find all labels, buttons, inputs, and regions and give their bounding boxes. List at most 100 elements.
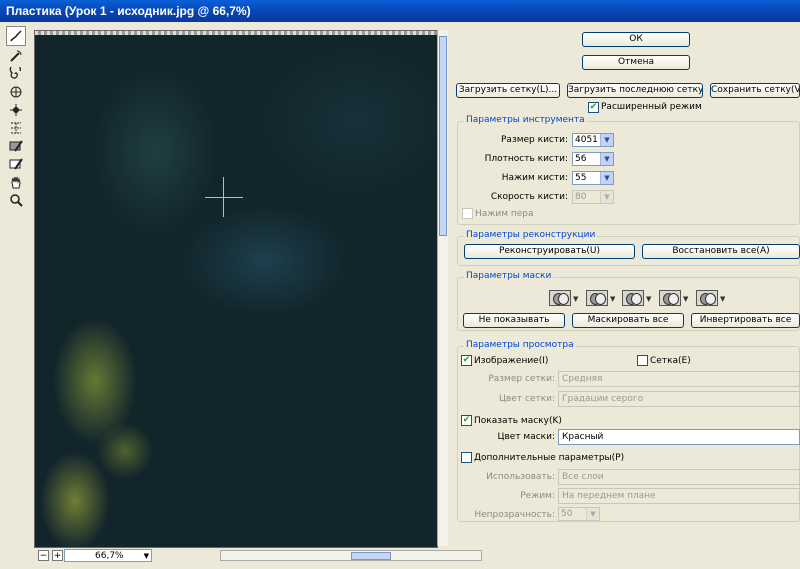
mask-subtract-button[interactable]: ▼ [622,290,652,306]
zoom-bar: − + 66,7% ▼ [34,549,482,563]
mode-value: На переднем плане [562,491,656,501]
chevron-down-icon[interactable]: ▼ [646,295,651,303]
show-mesh-checkbox[interactable] [637,355,648,366]
restore-all-button[interactable]: Восстановить все(A) [642,244,800,259]
vertical-scroll-thumb[interactable] [439,36,447,236]
brush-rate-combo: 80 ▼ [572,190,614,204]
opacity-label: Непрозрачность: [474,510,555,520]
brush-size-combo[interactable]: 4051 ▼ [572,133,614,147]
twirl-tool[interactable] [6,66,26,82]
chevron-down-icon[interactable]: ▼ [683,295,688,303]
brush-pressure-value: 55 [575,173,587,183]
show-image-checkbox[interactable]: ✔ [461,355,472,366]
invert-all-button[interactable]: Инвертировать все [691,313,800,328]
chevron-down-icon[interactable]: ▼ [600,153,613,165]
mask-subtract-icon [622,290,644,306]
ok-button[interactable]: ОК [582,32,690,47]
show-mesh-label: Сетка(E) [650,356,691,366]
brush-pressure-combo[interactable]: 55 ▼ [572,171,614,185]
zoom-select[interactable]: 66,7% ▼ [64,549,152,562]
transparency-edge [35,31,437,35]
chevron-down-icon[interactable]: ▼ [720,295,725,303]
mesh-color-label: Цвет сетки: [499,394,555,404]
hand-tool[interactable] [6,174,26,190]
opacity-combo: 50 ▼ [558,507,600,521]
freeze-mask-icon [9,140,23,152]
mask-color-label: Цвет маски: [497,432,555,442]
thaw-mask-tool[interactable] [6,156,26,172]
chevron-down-icon[interactable]: ▼ [573,295,578,303]
freeze-mask-tool[interactable] [6,138,26,154]
push-left-tool[interactable] [6,120,26,136]
zoom-in-button[interactable]: + [52,550,63,561]
load-last-mesh-button[interactable]: Загрузить последнюю сетку [567,83,703,98]
show-mask-checkbox[interactable]: ✔ [461,415,472,426]
mode-select: На переднем плане [558,488,800,504]
chevron-down-icon: ▼ [600,191,613,203]
mesh-size-select: Средняя [558,371,800,387]
show-mask-label: Показать маску(K) [474,416,562,426]
mask-invert-button[interactable]: ▼ [696,290,726,306]
load-mesh-button[interactable]: Загрузить сетку(L)... [456,83,560,98]
brush-size-value: 4051 [575,135,598,145]
zoom-tool[interactable] [6,192,26,208]
cancel-button[interactable]: Отмена [582,55,690,70]
mask-intersect-button[interactable]: ▼ [659,290,689,306]
chevron-down-icon: ▼ [143,552,149,560]
reconstruct-icon [10,50,22,62]
stylus-pressure-label: Нажим пера [475,209,534,219]
use-layers-value: Все слои [562,472,604,482]
mesh-color-select: Градации серого [558,391,800,407]
advanced-mode-label: Расширенный режим [601,102,702,112]
zoom-icon [10,194,23,207]
brush-density-value: 56 [575,154,587,164]
hand-icon [11,176,21,189]
mask-replace-button[interactable]: ▼ [549,290,579,306]
use-layers-select: Все слои [558,469,800,485]
mask-all-button[interactable]: Маскировать все [572,313,684,328]
pucker-tool[interactable] [6,84,26,100]
reconstruct-button[interactable]: Реконструировать(U) [464,244,635,259]
mask-invert-icon [696,290,718,306]
reconstruct-title: Параметры реконструкции [464,230,598,240]
horizontal-scroll-thumb[interactable] [351,552,391,560]
twirl-icon [9,67,21,79]
chevron-down-icon[interactable]: ▼ [600,172,613,184]
mask-add-button[interactable]: ▼ [586,290,616,306]
bloat-tool[interactable] [6,102,26,118]
zoom-value: 66,7% [95,551,124,561]
stylus-pressure-checkbox [462,208,473,219]
mask-color-value: Красный [562,432,604,442]
window-title: Пластика (Урок 1 - исходник.jpg @ 66,7%) [6,4,251,18]
mask-none-button[interactable]: Не показывать [463,313,565,328]
brush-rate-label: Скорость кисти: [490,192,568,202]
forward-warp-icon [10,30,22,42]
brush-crosshair-h [205,197,243,198]
brush-size-label: Размер кисти: [501,135,568,145]
mask-add-icon [586,290,608,306]
push-left-icon [11,122,21,134]
extra-options-checkbox[interactable] [461,452,472,463]
preview-canvas[interactable] [34,30,438,548]
extra-options-label: Дополнительные параметры(P) [474,453,625,463]
chevron-down-icon[interactable]: ▼ [600,134,613,146]
mesh-color-value: Градации серого [562,394,644,404]
vertical-scrollbar[interactable] [437,30,448,546]
zoom-out-button[interactable]: − [38,550,49,561]
window-titlebar: Пластика (Урок 1 - исходник.jpg @ 66,7%) [0,0,800,22]
show-image-label: Изображение(I) [474,356,549,366]
reconstruct-tool[interactable] [6,48,26,64]
brush-pressure-label: Нажим кисти: [501,173,568,183]
chevron-down-icon[interactable]: ▼ [610,295,615,303]
horizontal-scrollbar[interactable] [220,550,482,561]
mesh-size-value: Средняя [562,374,603,384]
advanced-mode-checkbox[interactable]: ✔ [588,102,599,113]
use-layers-label: Использовать: [486,472,555,482]
mode-label: Режим: [520,491,555,501]
brush-density-combo[interactable]: 56 ▼ [572,152,614,166]
tool-options-title: Параметры инструмента [464,115,587,125]
forward-warp-tool[interactable] [6,26,26,46]
mask-color-select[interactable]: Красный [558,429,800,445]
save-mesh-button[interactable]: Сохранить сетку(V)... [710,83,800,98]
brush-rate-value: 80 [575,192,587,202]
